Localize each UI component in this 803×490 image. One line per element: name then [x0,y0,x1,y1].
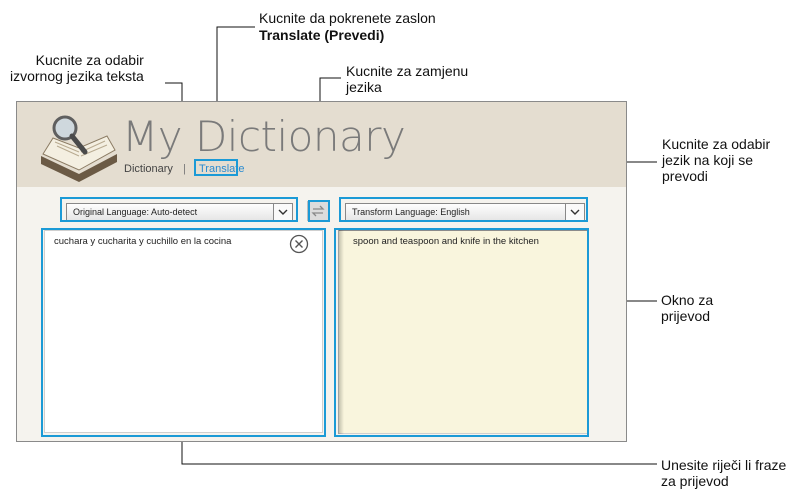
annotation-target-line1: Kucnite za odabir [662,136,771,152]
callout-highlight-swap [308,200,330,222]
annotation-input-line1: Unesite riječi li fraze [661,457,787,473]
annotation-swap-line2: jezika [346,79,382,95]
annotation-target-line2: jezik na koji se [662,152,754,168]
callout-highlight-translate [194,159,238,176]
annotation-output-pane: Okno za prijevod [661,292,713,324]
callout-highlight-output [334,228,589,437]
callout-highlight-source-language [60,197,298,222]
callout-highlight-target-language [339,197,588,222]
app-title: My Dictionary [122,112,406,161]
nav-separator: | [183,163,186,175]
annotation-translate-line2: Translate (Prevedi) [259,27,385,43]
annotation-swap-line1: Kucnite za zamjenu [346,63,469,79]
annotation-source-language: Kucnite za odabir izvornog jezika teksta [10,52,144,84]
dictionary-book-magnifier-icon [41,115,117,182]
annotation-source-line2: izvornog jezika teksta [10,68,144,84]
annotation-source-line1: Kucnite za odabir [35,52,144,68]
annotation-output-line2: prijevod [661,308,711,324]
annotation-input-line2: za prijevod [661,473,729,489]
tab-dictionary[interactable]: Dictionary [124,163,173,175]
annotation-target-language: Kucnite za odabir jezik na koji se prevo… [662,136,770,184]
annotation-swap: Kucnite za zamjenu jezika [346,63,468,95]
annotation-output-line1: Okno za [661,292,714,308]
annotation-target-line3: prevodi [662,168,708,184]
callout-highlight-input [41,228,326,437]
annotation-input: Unesite riječi li fraze za prijevod [661,457,786,489]
annotation-translate-line1: Kucnite da pokrenete zaslon [259,10,436,26]
